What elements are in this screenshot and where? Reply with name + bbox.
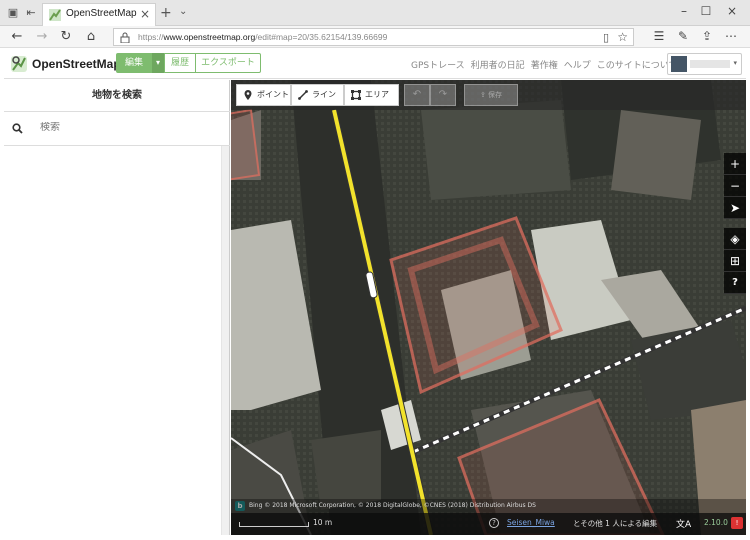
osm-logo-icon[interactable] [10, 55, 28, 73]
new-tab-icon[interactable]: + [160, 5, 172, 21]
brand-name[interactable]: OpenStreetMap [32, 57, 121, 71]
window-close-icon[interactable]: × [722, 4, 742, 18]
export-button[interactable]: エクスポート [195, 53, 261, 73]
refresh-icon[interactable]: ↻ [57, 28, 75, 46]
forward-icon[interactable]: → [33, 28, 51, 46]
issues-icon[interactable]: ! [731, 517, 743, 529]
user-menu-chevron-icon: ▾ [733, 59, 737, 67]
username-redacted [690, 60, 730, 68]
share-icon[interactable]: ⇪ [699, 29, 715, 43]
point-icon [244, 90, 252, 100]
browser-tab-bar: ▣ ⇤ OpenStreetMap × + ⌄ – ☐ × [0, 0, 750, 26]
osm-header: OpenStreetMap 編集 ▾ 履歴 エクスポート GPSトレース 利用者の… [4, 49, 746, 79]
url-text: https://www.openstreetmap.org/edit#map=2… [138, 32, 388, 42]
nav-link-about[interactable]: このサイトについて [597, 61, 678, 71]
favorites-hub-icon[interactable]: ☰ [651, 29, 667, 43]
osm-favicon-icon [49, 9, 61, 21]
url-field[interactable]: https://www.openstreetmap.org/edit#map=2… [113, 28, 634, 46]
nav-link-diaries[interactable]: 利用者の日記 [471, 61, 525, 71]
zoom-in-button[interactable]: + [724, 153, 746, 175]
scale-label: 10 m [313, 518, 333, 527]
background-layers-icon[interactable]: ◈ [724, 228, 746, 250]
sidebar-scrollbar[interactable] [221, 146, 229, 535]
sidebar-title: 地物を検索 [4, 80, 230, 112]
map-canvas[interactable]: ポイント ライン エリア ↶ ↷ ⇪ 保存 + − ➤ ◈ ⊞ ? b Bing… [231, 80, 746, 535]
add-point-button[interactable]: ポイント [236, 84, 291, 106]
zoom-out-button[interactable]: − [724, 175, 746, 197]
map-panel-controls: ◈ ⊞ ? [724, 228, 746, 294]
nav-link-help[interactable]: ヘルプ [564, 61, 591, 71]
add-line-button[interactable]: ライン [291, 84, 344, 106]
contributors-text: とその他 1 人による編集 [573, 519, 658, 528]
help-icon[interactable]: ? [724, 272, 746, 294]
tab-title: OpenStreetMap [66, 8, 137, 19]
info-icon[interactable]: ? [489, 518, 499, 528]
nav-link-gps-traces[interactable]: GPSトレース [411, 61, 465, 71]
edit-dropdown-chevron-icon[interactable]: ▾ [152, 53, 164, 73]
tab-set-aside-icon[interactable]: ▣ [6, 6, 20, 20]
address-bar: ← → ↻ ⌂ https://www.openstreetmap.org/ed… [0, 26, 750, 48]
zoom-controls: + − ➤ [724, 153, 746, 219]
history-button[interactable]: 履歴 [164, 53, 196, 73]
minimize-icon[interactable]: – [674, 4, 694, 18]
avatar [671, 56, 687, 72]
more-icon[interactable]: ⋯ [723, 29, 739, 43]
save-button[interactable]: ⇪ 保存 [464, 84, 518, 106]
editor-toolbar: ポイント ライン エリア ↶ ↷ ⇪ 保存 [231, 80, 746, 110]
map-data-icon[interactable]: ⊞ [724, 250, 746, 272]
reading-view-icon[interactable]: ▯ [603, 31, 609, 44]
imagery-attribution: Bing © 2018 Microsoft Corporation, © 201… [231, 499, 746, 513]
redo-icon[interactable]: ↷ [430, 84, 456, 106]
scale-bar[interactable] [239, 522, 309, 527]
map-footer: 10 m ? Seisen_Miwa とその他 1 人による編集 文A 2.10… [231, 513, 746, 535]
lock-icon [120, 32, 130, 43]
tab-restore-icon[interactable]: ⇤ [24, 6, 38, 20]
back-icon[interactable]: ← [8, 28, 26, 46]
user-menu[interactable]: ▾ [667, 53, 742, 75]
nav-link-copyright[interactable]: 著作権 [531, 61, 558, 71]
top-nav-links: GPSトレース 利用者の日記 著作権 ヘルプ このサイトについて [411, 58, 683, 71]
edit-button[interactable]: 編集 [116, 53, 152, 73]
browser-tab[interactable]: OpenStreetMap × [42, 3, 156, 26]
favorite-star-icon[interactable]: ☆ [617, 30, 628, 44]
sidebar: 地物を検索 [4, 80, 230, 535]
search-input[interactable] [40, 122, 210, 133]
geolocate-icon[interactable]: ➤ [724, 197, 746, 219]
version-label[interactable]: 2.10.0 [704, 518, 728, 527]
search-icon [12, 123, 23, 134]
feature-search [4, 112, 230, 146]
maximize-icon[interactable]: ☐ [696, 4, 716, 18]
line-icon [298, 90, 308, 100]
tab-close-icon[interactable]: × [140, 7, 150, 21]
add-area-button[interactable]: エリア [344, 84, 399, 106]
area-icon [351, 90, 361, 100]
pen-icon[interactable]: ✎ [675, 29, 691, 43]
translate-icon[interactable]: 文A [676, 517, 691, 530]
contributor-link[interactable]: Seisen_Miwa [507, 518, 555, 527]
tab-list-chevron-icon[interactable]: ⌄ [179, 6, 187, 17]
aerial-imagery [231, 80, 746, 535]
home-icon[interactable]: ⌂ [82, 28, 100, 46]
undo-icon[interactable]: ↶ [404, 84, 430, 106]
